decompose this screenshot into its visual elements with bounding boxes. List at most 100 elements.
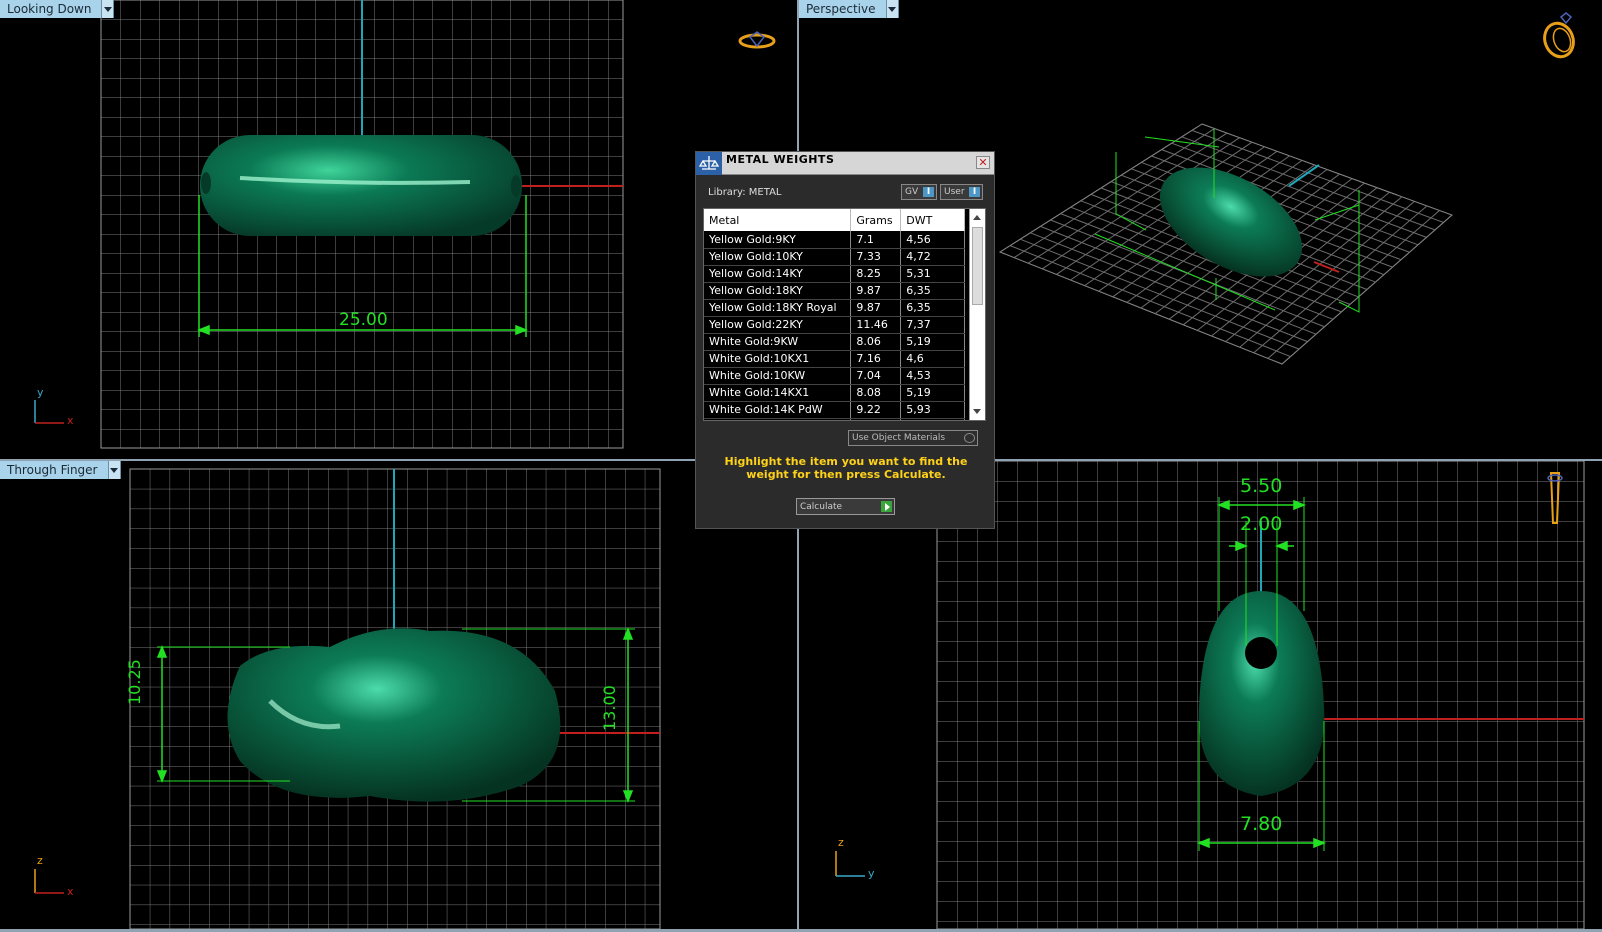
looking-down-canvas[interactable] [0, 0, 797, 459]
use-object-materials-toggle[interactable]: Use Object Materials [848, 430, 978, 446]
viewport-menu-looking-down[interactable]: Looking Down [0, 0, 115, 18]
dwt-cell: 4,72 [900, 248, 965, 266]
ring-top-icon [738, 31, 776, 49]
metal-name-cell: White Gold:14K PdW [704, 401, 852, 419]
table-row[interactable]: White Gold:9KW 8.06 5,19 [704, 333, 965, 351]
metal-name-cell: Yellow Gold:18KY Royal [704, 299, 852, 317]
grams-cell: 7.1 [850, 231, 902, 249]
dwt-cell: 5,19 [900, 333, 965, 351]
grams-cell: 9.87 [850, 282, 902, 300]
dialog-title-bar[interactable]: METAL WEIGHTS ✕ [696, 151, 994, 175]
table-header-row: Metal Grams DWT [704, 209, 965, 231]
gv-toggle-label: GV [905, 187, 919, 197]
play-icon [881, 501, 892, 512]
calculate-button[interactable]: Calculate [796, 498, 895, 515]
column-header-metal[interactable]: Metal [704, 209, 852, 231]
viewport-title: Perspective [806, 2, 876, 16]
table-row[interactable]: Yellow Gold:9KY 7.1 4,56 [704, 231, 965, 249]
metal-name-cell: Yellow Gold:10KY [704, 248, 852, 266]
calculate-label: Calculate [800, 501, 843, 512]
dwt-cell: 4,6 [900, 418, 965, 420]
metal-name-cell: White Gold:10KW [704, 367, 852, 385]
dwt-cell: 5,31 [900, 265, 965, 283]
close-icon[interactable]: ✕ [976, 156, 990, 169]
bead-side-view[interactable] [227, 628, 561, 802]
metal-name-cell: Yellow Gold:9KY [704, 231, 852, 249]
viewport-menu-perspective[interactable]: Perspective [799, 0, 899, 18]
table-row[interactable]: White Gold:10KX1 7.16 4,6 [704, 350, 965, 368]
bead-top-view[interactable] [200, 135, 522, 236]
axis-indicator [835, 851, 865, 877]
chevron-down-icon[interactable] [885, 0, 898, 18]
user-toggle[interactable]: User I [940, 184, 983, 200]
side-canvas[interactable] [799, 461, 1602, 929]
grams-cell: 7.10 [850, 418, 902, 420]
gv-toggle[interactable]: GV I [901, 184, 937, 200]
table-row[interactable]: Yellow Gold:22KY 11.46 7,37 [704, 316, 965, 334]
viewport-through-finger[interactable]: z x 10.25 13.00 Through Finger [0, 461, 797, 929]
table-row[interactable]: White Gold:10KW 7.04 4,53 [704, 367, 965, 385]
metal-weights-dialog[interactable]: METAL WEIGHTS ✕ Library: METAL GV I User… [695, 151, 995, 529]
scroll-down-icon[interactable] [973, 409, 981, 414]
user-toggle-label: User [944, 187, 965, 197]
through-finger-canvas[interactable] [0, 461, 797, 929]
grams-cell: 11.46 [850, 316, 902, 334]
table-row[interactable]: Yellow Gold:14KY 8.25 5,31 [704, 265, 965, 283]
viewport-title: Through Finger [7, 463, 98, 477]
dwt-cell: 5,19 [900, 384, 965, 402]
library-label: Library: METAL [708, 187, 782, 198]
table-scrollbar[interactable] [969, 209, 985, 420]
instruction-text: Highlight the item you want to find the … [724, 455, 968, 481]
metal-table[interactable]: Metal Grams DWT Yellow Gold:9KY 7.1 4,56 Ye… [703, 208, 986, 421]
viewport-side[interactable]: z y 5.50 2.00 7.80 [799, 461, 1602, 929]
grams-cell: 8.06 [850, 333, 902, 351]
radio-icon [964, 433, 975, 443]
ring-perspective-icon [1543, 12, 1575, 59]
scrollbar-thumb[interactable] [972, 227, 983, 305]
table-row[interactable]: White Gold:14KW7.104,6 [704, 418, 965, 420]
dwt-cell: 5,93 [900, 401, 965, 419]
grams-cell: 9.87 [850, 299, 902, 317]
dwt-cell: 6,35 [900, 282, 965, 300]
column-header-grams[interactable]: Grams [850, 209, 902, 231]
bead-hole [1245, 637, 1277, 669]
grams-cell: 8.25 [850, 265, 902, 283]
table-row[interactable]: Yellow Gold:18KY Royal 9.87 6,35 [704, 299, 965, 317]
grams-cell: 7.16 [850, 350, 902, 368]
dwt-cell: 6,35 [900, 299, 965, 317]
table-row[interactable]: White Gold:14KX1 8.08 5,19 [704, 384, 965, 402]
dim-top-width-label: 5.50 [1240, 475, 1283, 497]
table-row[interactable]: Yellow Gold:10KY 7.33 4,72 [704, 248, 965, 266]
axis-indicator [34, 869, 64, 894]
grams-cell: 7.33 [850, 248, 902, 266]
metal-name-cell: White Gold:14KX1 [704, 384, 852, 402]
column-header-dwt[interactable]: DWT [900, 209, 965, 231]
dim-hole-width-label: 2.00 [1240, 513, 1283, 535]
grams-cell: 8.08 [850, 384, 902, 402]
table-row[interactable]: White Gold:14K PdW 9.22 5,93 [704, 401, 965, 419]
metal-name-cell: Yellow Gold:18KY [704, 282, 852, 300]
dwt-cell: 4,56 [900, 231, 965, 249]
viewport-menu-through-finger[interactable]: Through Finger [0, 461, 121, 479]
chevron-down-icon[interactable] [107, 461, 120, 479]
axis-label-x: x [67, 414, 74, 427]
viewport-looking-down[interactable]: y x 25.00 Looking Down [0, 0, 797, 459]
metal-name-cell: Yellow Gold:22KY [704, 316, 852, 334]
dwt-cell: 4,53 [900, 367, 965, 385]
axis-label-y: y [868, 867, 875, 880]
use-object-materials-label: Use Object Materials [852, 433, 946, 443]
dwt-cell: 4,6 [900, 350, 965, 368]
chevron-down-icon[interactable] [101, 0, 114, 18]
grams-cell: 9.22 [850, 401, 902, 419]
axis-label-z: z [37, 854, 43, 867]
grams-cell: 7.04 [850, 367, 902, 385]
metal-name-cell: White Gold:9KW [704, 333, 852, 351]
scroll-up-icon[interactable] [973, 215, 981, 220]
bead-front-view[interactable] [1198, 591, 1325, 796]
gv-toggle-indicator: I [923, 187, 934, 197]
dim-height-left-label: 10.25 [125, 659, 144, 705]
dim-bottom-width-label: 7.80 [1240, 813, 1283, 835]
dialog-title: METAL WEIGHTS [726, 153, 835, 166]
metal-name-cell: White Gold:10KX1 [704, 350, 852, 368]
table-row[interactable]: Yellow Gold:18KY 9.87 6,35 [704, 282, 965, 300]
